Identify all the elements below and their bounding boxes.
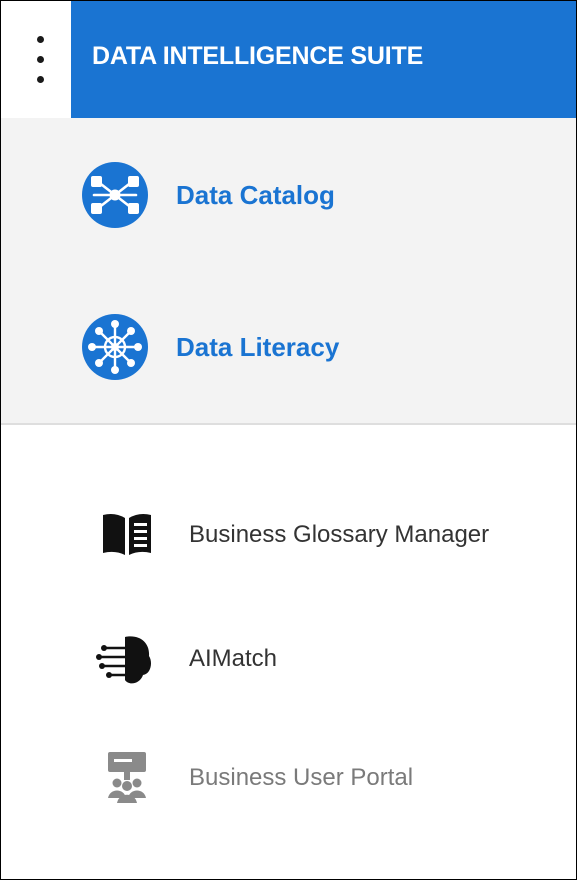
ai-brain-icon	[95, 629, 159, 689]
tool-business-user-portal[interactable]: Business User Portal	[95, 748, 413, 808]
suite-header: DATA INTELLIGENCE SUITE	[71, 1, 576, 118]
data-catalog-icon	[81, 161, 149, 229]
data-literacy-label: Data Literacy	[176, 331, 340, 362]
data-literacy-icon	[81, 313, 149, 381]
product-data-catalog[interactable]: Data Catalog	[81, 160, 335, 230]
business-glossary-manager-label: Business Glossary Manager	[189, 521, 490, 548]
menu-area	[1, 1, 71, 118]
business-user-portal-label: Business User Portal	[189, 764, 414, 791]
product-data-literacy[interactable]: Data Literacy	[81, 312, 339, 382]
tool-business-glossary-manager[interactable]: Business Glossary Manager	[95, 505, 489, 565]
tool-aimatch[interactable]: AIMatch	[95, 629, 277, 689]
app-frame: DATA INTELLIGENCE SUITE Data Catalog Dat…	[0, 0, 577, 880]
suite-title: DATA INTELLIGENCE SUITE	[92, 42, 424, 70]
section-divider	[1, 423, 576, 425]
data-catalog-label: Data Catalog	[176, 179, 335, 210]
aimatch-label: AIMatch	[189, 645, 278, 672]
kebab-vertical-icon[interactable]	[32, 36, 48, 84]
business-user-portal-icon	[95, 748, 159, 808]
open-book-icon	[95, 505, 159, 565]
